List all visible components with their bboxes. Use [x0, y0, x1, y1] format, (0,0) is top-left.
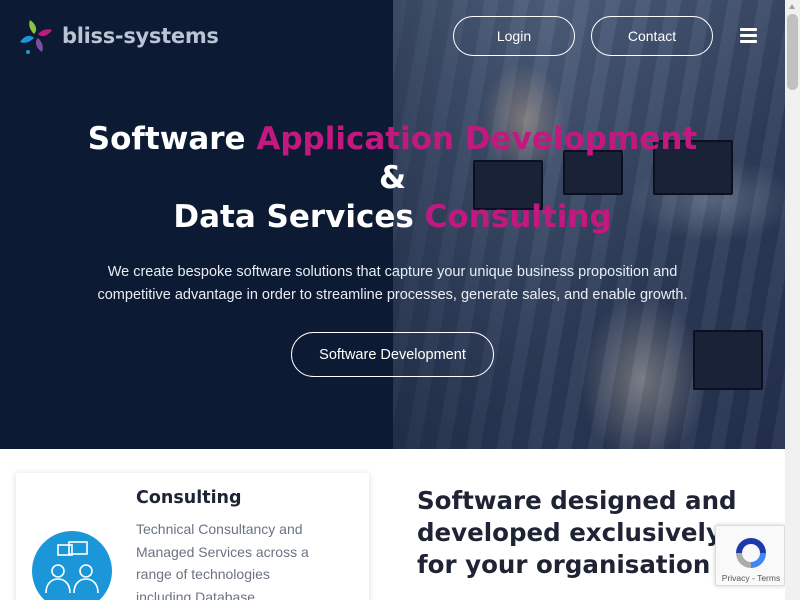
page-scrollbar[interactable] [785, 0, 800, 600]
recaptcha-separator: - [749, 573, 758, 583]
service-card-text: Technical Consultancy and Managed Servic… [136, 521, 309, 600]
hero-description: We create bespoke software solutions tha… [97, 264, 688, 303]
software-development-button[interactable]: Software Development [291, 332, 494, 377]
recaptcha-badge[interactable]: Privacy - Terms [715, 525, 785, 586]
hero-title-line3-accent: Consulting [424, 199, 612, 235]
scroll-thumb[interactable] [787, 14, 798, 90]
brand-name: bliss-systems [62, 24, 219, 48]
hero-title-line1: Software Application Development [88, 121, 697, 157]
service-card-title: Consulting [136, 488, 242, 508]
hamburger-menu-icon[interactable] [740, 28, 757, 43]
contact-button[interactable]: Contact [591, 16, 713, 56]
hero-title-line1-plain: Software [87, 121, 246, 157]
scroll-up-arrow-icon[interactable] [789, 4, 795, 9]
login-button[interactable]: Login [453, 16, 575, 56]
bliss-logo-icon [16, 16, 56, 56]
service-card-consulting[interactable]: Consulting Technical Consultancy and Man… [16, 473, 369, 600]
recaptcha-icon [733, 535, 769, 571]
brand-logo[interactable]: bliss-systems [16, 16, 219, 56]
recaptcha-links: Privacy - Terms [716, 573, 786, 583]
hero-title-line1-accent: Application Development [256, 121, 698, 157]
hero-title-ampersand: & [378, 160, 407, 196]
hero-title: Software Application Development & Data … [0, 120, 785, 237]
recaptcha-privacy-link[interactable]: Privacy [722, 573, 750, 583]
section-title: Software designed and developed exclusiv… [417, 486, 737, 579]
hero-title-line3-plain: Data Services [173, 199, 414, 235]
consulting-people-icon [32, 531, 112, 600]
hero-section: bliss-systems Login Contact Software App… [0, 0, 785, 449]
hero-title-line3: Data Services Consulting [173, 199, 611, 235]
recaptcha-terms-link[interactable]: Terms [757, 573, 780, 583]
